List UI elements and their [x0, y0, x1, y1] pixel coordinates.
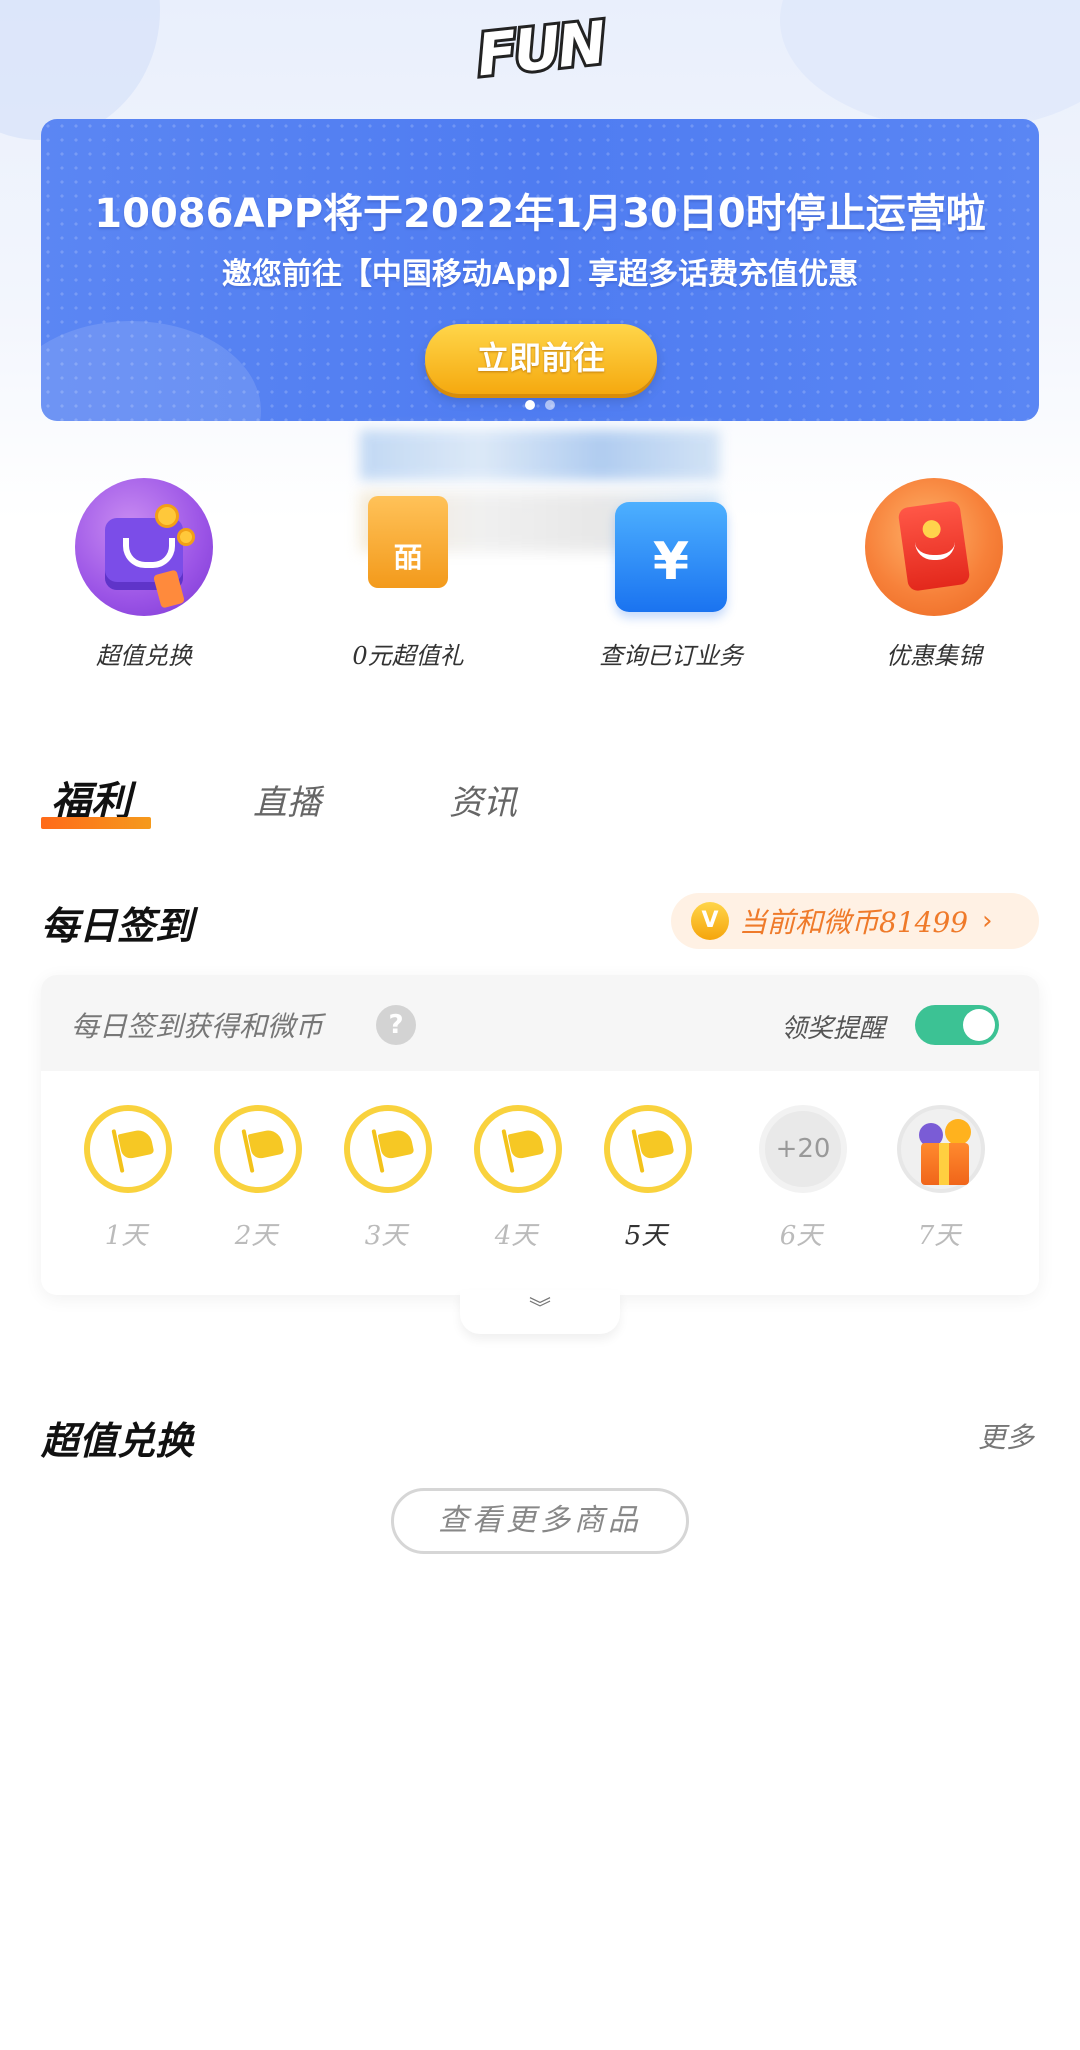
background-decoration [780, 0, 1080, 130]
flag-icon [604, 1105, 692, 1193]
checkin-day[interactable]: 7天 [889, 1105, 989, 1255]
checkin-day[interactable]: 3天 [336, 1105, 436, 1255]
yuan-icon: ¥ [615, 502, 727, 612]
flag-icon [214, 1105, 302, 1193]
help-icon[interactable]: ? [376, 1005, 416, 1045]
day-label: 7天 [917, 1221, 961, 1251]
day-label: 3天 [364, 1221, 408, 1251]
quick-action-label: 优惠集锦 [886, 642, 982, 670]
gift-box-icon [897, 1105, 985, 1193]
banner-subtitle: 邀您前往【中国移动App】享超多话费充值优惠 [221, 257, 859, 292]
checkin-day[interactable]: 4天 [466, 1105, 566, 1255]
checkin-day[interactable]: 2天 [206, 1105, 306, 1255]
reminder-toggle[interactable] [915, 1005, 999, 1045]
checkin-description: 每日签到获得和微币 [71, 1010, 324, 1043]
icon-glyph: 皕 [393, 541, 422, 574]
quick-action-query-services[interactable]: ¥ 查询已订业务 [561, 478, 781, 678]
quick-action-deals[interactable]: 优惠集锦 [824, 478, 1044, 678]
reward-coin-icon: +20 [759, 1105, 847, 1193]
active-tab-indicator [41, 817, 151, 829]
day-label: 5天 [624, 1221, 668, 1251]
flag-icon [474, 1105, 562, 1193]
coin-balance-text: 当前和微币81499 [739, 906, 969, 939]
daily-checkin-title: 每日签到 [41, 903, 194, 948]
checkin-day[interactable]: 1天 [76, 1105, 176, 1255]
coin-balance-pill[interactable]: V 当前和微币81499 › [671, 893, 1039, 949]
quick-action-free-gift[interactable]: 皕 0元超值礼 [298, 478, 518, 678]
shopping-bag-icon [75, 478, 213, 616]
day-label: 6天 [779, 1221, 823, 1251]
quick-action-exchange[interactable]: 超值兑换 [34, 478, 254, 678]
reminder-label: 领奖提醒 [781, 1014, 886, 1044]
toggle-knob [963, 1009, 995, 1041]
quick-actions: 超值兑换 皕 0元超值礼 ¥ 查询已订业务 优惠集锦 [0, 478, 1080, 678]
day-label: 4天 [494, 1221, 538, 1251]
checkin-card: 每日签到获得和微币 ? 领奖提醒 1天 2天 3天 4天 5天 +20 6天 7… [41, 975, 1039, 1295]
flag-icon [84, 1105, 172, 1193]
blurred-region [360, 430, 720, 480]
exchange-title: 超值兑换 [41, 1418, 194, 1463]
tab-live[interactable]: 直播 [253, 775, 321, 824]
quick-action-label: 查询已订业务 [599, 642, 743, 670]
expand-chevron-icon[interactable]: ︾ [460, 1290, 620, 1334]
day-label: 2天 [234, 1221, 278, 1251]
pagination-dot[interactable] [525, 400, 535, 410]
red-envelope-icon [865, 478, 1003, 616]
coin-badge-icon: V [691, 902, 729, 940]
gift-card-icon: 皕 [368, 496, 448, 588]
checkin-card-header: 每日签到获得和微币 ? 领奖提醒 [41, 975, 1039, 1071]
app-logo: FUN [471, 6, 610, 93]
quick-action-label: 超值兑换 [96, 642, 192, 670]
flag-icon [344, 1105, 432, 1193]
tab-news[interactable]: 资讯 [449, 775, 517, 824]
banner-title: 10086APP将于2022年1月30日0时停止运营啦 [94, 191, 986, 237]
more-link[interactable]: 更多 [978, 1416, 1034, 1456]
day-label: 1天 [104, 1221, 148, 1251]
content-tabs: 福利 直播 资讯 [41, 775, 641, 845]
icon-glyph: ¥ [652, 532, 690, 592]
promo-banner[interactable]: 10086APP将于2022年1月30日0时停止运营啦 邀您前往【中国移动App… [41, 119, 1039, 421]
view-more-goods-button[interactable]: 查看更多商品 [391, 1488, 689, 1554]
checkin-day[interactable]: 5天 [596, 1105, 696, 1255]
pagination-dot[interactable] [545, 400, 555, 410]
banner-go-button[interactable]: 立即前往 [425, 324, 657, 394]
chevron-right-icon: › [982, 906, 993, 936]
checkin-day[interactable]: +20 6天 [751, 1105, 851, 1255]
logo-text: FUN [471, 6, 610, 93]
banner-pagination [41, 400, 1039, 410]
quick-action-label: 0元超值礼 [352, 642, 464, 670]
